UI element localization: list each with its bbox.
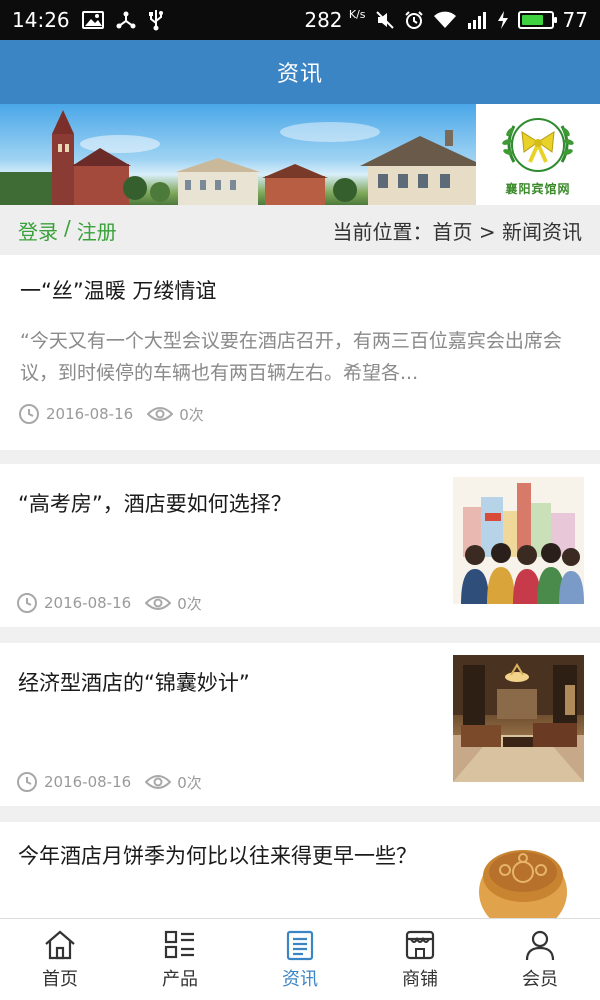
news-meta: 2016-08-16 0次 [16,592,202,614]
auth-links: 登录 / 注册 [18,216,117,245]
news-meta: 2016-08-16 0次 [16,771,202,793]
news-title[interactable]: 今年酒店月饼季为何比以往来得更早一些？ [18,840,418,872]
tab-label: 首页 [42,968,78,990]
news-date: 2016-08-16 [16,771,131,793]
usb-icon [148,9,164,31]
tab-news[interactable]: 资讯 [240,919,360,1000]
logo-text: 襄阳宾馆网 [505,182,571,196]
eye-icon [145,596,172,610]
battery-icon [517,11,557,29]
grid-list-icon [164,930,194,958]
tab-member[interactable]: 会员 [480,919,600,1000]
app-header: 资讯 [0,40,600,104]
home-icon [45,930,75,959]
auth-separator: / [64,215,71,240]
news-date: 2016-08-16 [16,592,131,614]
eye-icon [147,407,174,421]
laurel-bow-icon [502,118,574,172]
news-views: 0次 [145,772,202,793]
status-bar: 14:26 282 K/s 77 [0,0,600,40]
login-link[interactable]: 登录 [18,216,58,245]
news-thumbnail[interactable] [453,655,584,782]
tab-label: 会员 [522,968,558,990]
tab-home[interactable]: 首页 [0,919,120,1000]
news-date-text: 2016-08-16 [44,594,132,612]
news-views-text: 0次 [177,594,202,613]
clock-icon [17,593,37,613]
eye-icon [145,775,172,789]
tab-products[interactable]: 产品 [120,919,240,1000]
news-date-text: 2016-08-16 [44,773,132,791]
news-item[interactable]: 经济型酒店的“锦囊妙计” 2016-08-16 0次 [0,643,600,806]
news-views-text: 0次 [179,405,204,424]
news-item[interactable]: “高考房”，酒店要如何选择？ 2016-08-16 0次 [0,464,600,627]
news-views-text: 0次 [177,773,202,792]
tab-label: 商铺 [402,968,438,990]
status-time: 14:26 [12,8,70,32]
alarm-icon [404,10,424,30]
user-icon [525,930,555,960]
signal-icon [466,11,488,29]
news-date-text: 2016-08-16 [46,405,134,423]
banner[interactable]: 襄阳宾馆网 [0,104,600,205]
news-thumbnail[interactable] [453,477,584,604]
clock-icon [19,404,39,424]
news-views: 0次 [145,593,202,614]
news-title[interactable]: “高考房”，酒店要如何选择？ [18,488,438,520]
news-views: 0次 [147,404,204,425]
clock-icon [17,772,37,792]
news-meta: 2016-08-16 0次 [18,403,204,425]
location-bar: 登录 / 注册 当前位置：首页 > 新闻资讯 [0,205,600,255]
tab-bar: 首页 产品 资讯 商铺 会员 [0,918,600,1000]
charging-icon [497,10,509,30]
news-list[interactable]: 一“丝”温暖 万缕情谊 “今天又有一个大型会议要在酒店召开，有两三百位嘉宾会出席… [0,255,600,918]
tab-label: 产品 [162,968,198,990]
news-item[interactable]: 一“丝”温暖 万缕情谊 “今天又有一个大型会议要在酒店召开，有两三百位嘉宾会出席… [0,255,600,450]
battery-percent: 77 [562,8,588,32]
news-icon [286,930,314,960]
news-date: 2016-08-16 [18,403,133,425]
tab-label: 资讯 [282,968,318,990]
banner-photo [0,104,476,205]
tab-shops[interactable]: 商铺 [360,919,480,1000]
news-summary: “今天又有一个大型会议要在酒店召开，有两三百位嘉宾会出席会议，到时候停的车辆也有… [20,330,562,384]
battery-fill [521,15,544,25]
wifi-icon [433,11,457,29]
network-speed: 282 K/s [304,8,365,32]
image-icon [81,11,104,29]
news-title[interactable]: 一“丝”温暖 万缕情谊 [20,275,216,307]
page-title: 资讯 [276,62,323,87]
site-logo: 襄阳宾馆网 [476,104,600,205]
news-item[interactable]: 今年酒店月饼季为何比以往来得更早一些？ [0,822,600,918]
news-thumbnail[interactable] [453,832,584,918]
network-speed-value: 282 [304,8,343,32]
network-speed-unit: K/s [348,8,366,21]
mute-icon [375,10,395,30]
share-icon [116,10,136,30]
register-link[interactable]: 注册 [77,216,117,245]
shop-icon [405,930,435,959]
news-title[interactable]: 经济型酒店的“锦囊妙计” [18,667,438,699]
breadcrumb: 当前位置：首页 > 新闻资讯 [332,219,582,244]
